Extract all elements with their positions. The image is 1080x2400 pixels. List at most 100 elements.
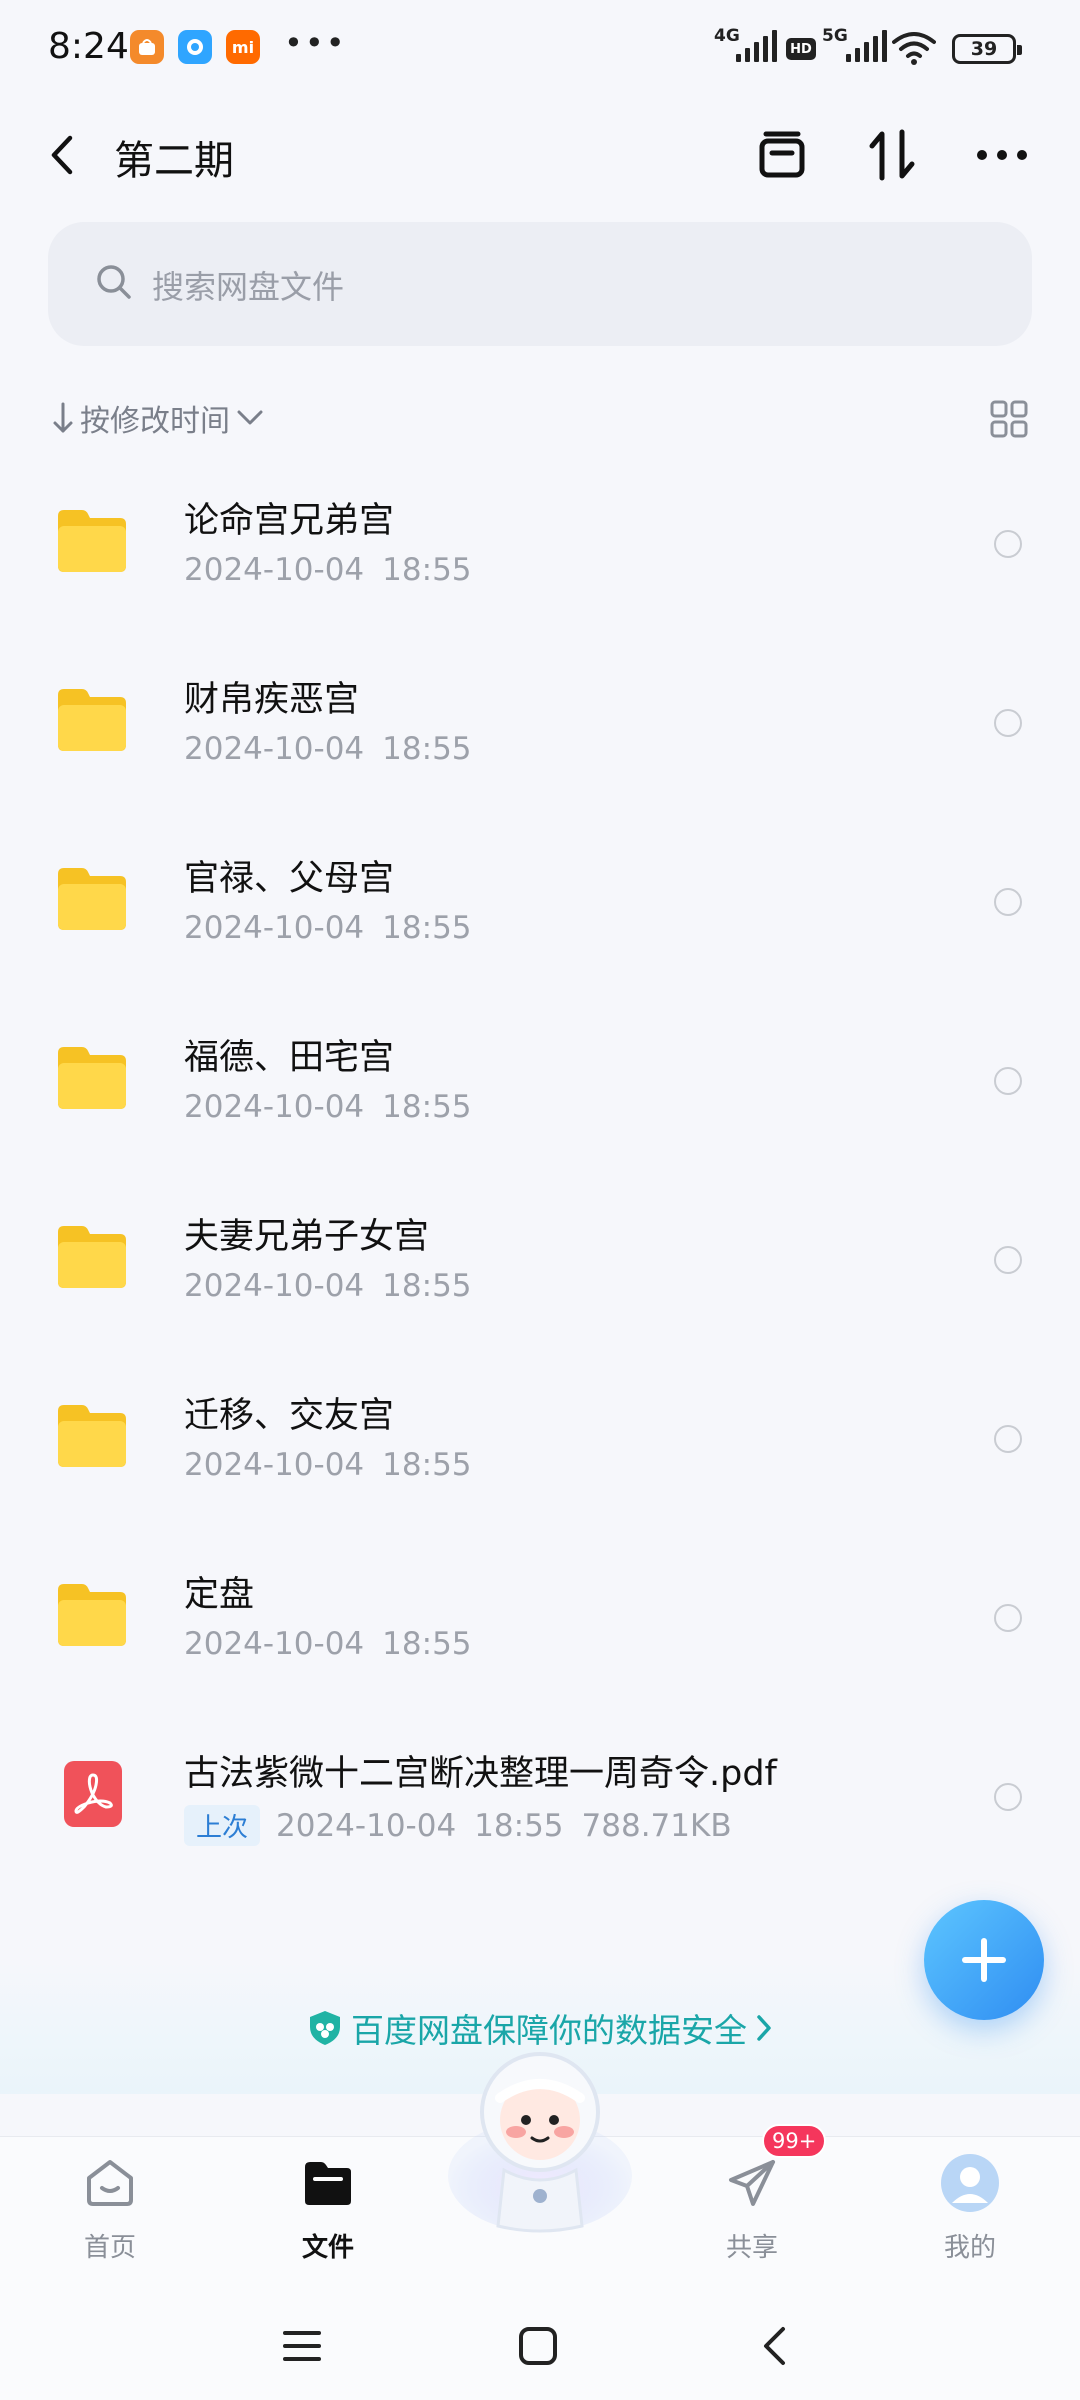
file-name: 古法紫微十二宫断决整理一周奇令.pdf [184, 1754, 777, 1794]
folder-icon [58, 689, 126, 751]
hd-badge: HD [786, 38, 816, 60]
shield-icon [310, 2011, 340, 2045]
page-title: 第二期 [114, 138, 234, 184]
more-horizontal-icon [977, 150, 1027, 160]
file-date: 2024-10-04 [184, 910, 365, 946]
folder-icon [58, 1584, 126, 1646]
file-date: 2024-10-04 [184, 1447, 365, 1483]
sort-arrows-icon [869, 129, 915, 181]
sim2-label: 5G [822, 26, 848, 46]
taobao-icon [130, 30, 164, 64]
select-checkbox[interactable] [994, 1604, 1022, 1632]
grid-icon [990, 400, 1028, 438]
chevron-right-icon [757, 2015, 771, 2041]
file-time: 18:55 [382, 552, 472, 588]
tab-files-label: 文件 [301, 2233, 354, 2263]
list-item[interactable]: 论命宫兄弟宫 2024-10-04 18:55 [0, 470, 1080, 640]
select-checkbox[interactable] [994, 1425, 1022, 1453]
tab-share-label: 共享 [725, 2233, 778, 2263]
back-button[interactable] [40, 130, 84, 180]
sort-button[interactable] [862, 125, 922, 185]
arrow-down-icon [53, 402, 73, 433]
file-date: 2024-10-04 [184, 1626, 365, 1662]
file-name: 定盘 [184, 1575, 255, 1615]
share-notification-badge: 99+ [762, 2124, 827, 2158]
chevron-left-icon [51, 135, 73, 175]
tab-home-label: 首页 [83, 2233, 136, 2263]
tab-me[interactable]: 我的 [890, 2147, 1050, 2277]
file-meta: 2024-10-04 18:55 [184, 552, 472, 588]
file-meta: 2024-10-04 18:55 [184, 1626, 472, 1662]
select-checkbox[interactable] [994, 1067, 1022, 1095]
astronaut-mascot-icon [448, 2052, 632, 2233]
file-time: 18:55 [382, 1268, 472, 1304]
archive-box-icon [759, 131, 805, 178]
recent-apps-button[interactable] [272, 2316, 332, 2376]
file-name: 迁移、交友宫 [184, 1396, 395, 1436]
select-checkbox[interactable] [994, 1783, 1022, 1811]
chevron-left-icon [764, 2327, 785, 2365]
tab-files[interactable]: 文件 [248, 2147, 408, 2277]
list-item[interactable]: 夫妻兄弟子女宫 2024-10-04 18:55 [0, 1186, 1080, 1356]
pdf-file-icon [64, 1761, 122, 1827]
file-name: 夫妻兄弟子女宫 [184, 1217, 430, 1257]
menu-icon [283, 2331, 321, 2361]
transfer-list-button[interactable] [752, 125, 812, 185]
list-item[interactable]: 定盘 2024-10-04 18:55 [0, 1544, 1080, 1714]
status-time: 8:24 [48, 26, 129, 67]
sort-bar: 按修改时间 [0, 388, 1080, 448]
file-meta: 2024-10-04 18:55 [184, 1447, 472, 1483]
home-icon [78, 2151, 142, 2215]
list-item[interactable]: 古法紫微十二宫断决整理一周奇令.pdf 上次 2024-10-04 18:55 … [0, 1723, 1080, 1893]
tab-home[interactable]: 首页 [30, 2147, 190, 2277]
sim2-signal-icon [846, 30, 887, 62]
file-time: 18:55 [382, 910, 472, 946]
status-bar: 8:24 mi ••• 4G HD 5G 39 [0, 0, 1080, 100]
tab-me-label: 我的 [943, 2233, 996, 2263]
file-date: 2024-10-04 [184, 731, 365, 767]
last-opened-badge: 上次 [184, 1805, 261, 1846]
file-meta: 上次 2024-10-04 18:55 788.71KB [184, 1805, 732, 1846]
tab-share[interactable]: 共享 [672, 2147, 832, 2277]
add-button[interactable] [924, 1900, 1044, 2020]
file-meta: 2024-10-04 18:55 [184, 1268, 472, 1304]
file-time: 18:55 [382, 731, 472, 767]
more-notifications-icon: ••• [284, 24, 347, 62]
wifi-icon [892, 30, 936, 70]
file-name: 福德、田宅宫 [184, 1038, 395, 1078]
file-name: 财帛疾恶宫 [184, 680, 360, 720]
sort-label: 按修改时间 [80, 404, 230, 439]
system-back-button[interactable] [744, 2316, 804, 2376]
file-time: 18:55 [382, 1447, 472, 1483]
file-date: 2024-10-04 [276, 1807, 457, 1844]
folder-icon [58, 510, 126, 572]
select-checkbox[interactable] [994, 709, 1022, 737]
folder-icon [58, 1405, 126, 1467]
mascot-assistant-button[interactable] [444, 2040, 636, 2236]
sort-by-modified-button[interactable]: 按修改时间 [52, 396, 264, 440]
list-item[interactable]: 财帛疾恶宫 2024-10-04 18:55 [0, 649, 1080, 819]
select-checkbox[interactable] [994, 1246, 1022, 1274]
messenger-icon [178, 30, 212, 64]
list-item[interactable]: 福德、田宅宫 2024-10-04 18:55 [0, 1007, 1080, 1177]
file-date: 2024-10-04 [184, 1089, 365, 1125]
select-checkbox[interactable] [994, 888, 1022, 916]
more-options-button[interactable] [972, 125, 1032, 185]
search-input[interactable]: 搜索网盘文件 [48, 222, 1032, 346]
grid-view-button[interactable] [990, 400, 1028, 438]
file-time: 18:55 [382, 1089, 472, 1125]
file-time: 18:55 [382, 1626, 472, 1662]
home-button[interactable] [508, 2316, 568, 2376]
plus-icon [962, 1938, 1006, 1982]
search-placeholder: 搜索网盘文件 [152, 268, 345, 306]
file-name: 官禄、父母宫 [184, 859, 395, 899]
file-name: 论命宫兄弟宫 [184, 501, 395, 541]
square-icon [519, 2327, 557, 2365]
select-checkbox[interactable] [994, 530, 1022, 558]
list-item[interactable]: 迁移、交友宫 2024-10-04 18:55 [0, 1365, 1080, 1535]
paper-plane-icon [720, 2151, 784, 2215]
avatar [938, 2151, 1002, 2215]
file-date: 2024-10-04 [184, 552, 365, 588]
list-item[interactable]: 官禄、父母宫 2024-10-04 18:55 [0, 828, 1080, 998]
file-size: 788.71KB [581, 1807, 732, 1844]
